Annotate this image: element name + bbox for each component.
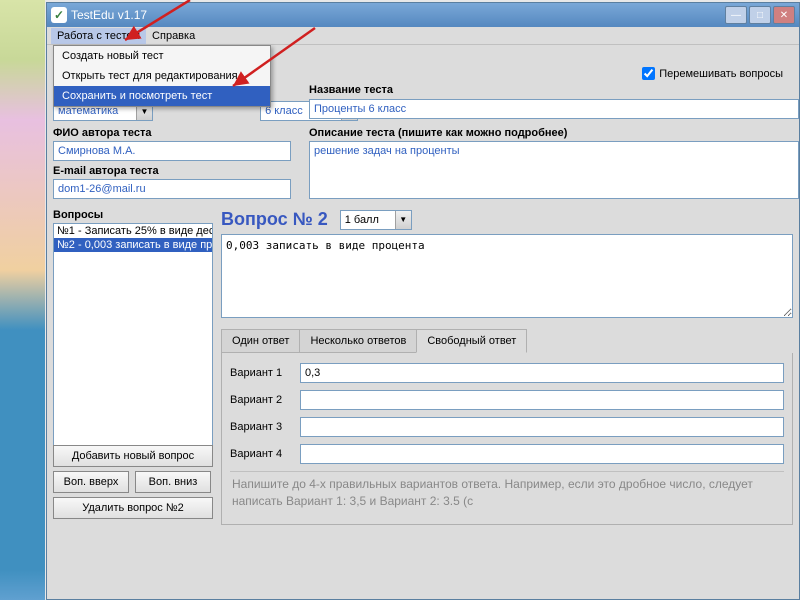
minimize-button[interactable]: — [725, 6, 747, 24]
author-input[interactable] [53, 141, 291, 161]
content-area: ▼ ▼ Перемешивать вопросы Название теста … [47, 45, 799, 529]
menu-save-preview-test[interactable]: Сохранить и посмотреть тест [54, 86, 270, 106]
description-textarea[interactable] [309, 141, 799, 199]
variant-row: Вариант 2 [230, 390, 784, 410]
menu-help[interactable]: Справка [146, 28, 201, 44]
menu-file-dropdown: Создать новый тест Открыть тест для реда… [53, 45, 271, 107]
variant-label: Вариант 3 [230, 421, 292, 433]
description-label: Описание теста (пишите как можно подробн… [309, 127, 567, 139]
menu-file[interactable]: Работа с тестом [51, 28, 146, 44]
window-title: TestEdu v1.17 [71, 8, 725, 22]
variant-2-input[interactable] [300, 390, 784, 410]
tab-free-answer[interactable]: Свободный ответ [416, 329, 527, 353]
window-controls: — □ ✕ [725, 6, 795, 24]
move-up-button[interactable]: Воп. вверх [53, 471, 129, 493]
variant-hint-text: Напишите до 4-х правильных вариантов отв… [230, 471, 784, 514]
test-name-label: Название теста [309, 84, 393, 96]
variant-label: Вариант 2 [230, 394, 292, 406]
add-question-button[interactable]: Добавить новый вопрос [53, 445, 213, 467]
move-down-button[interactable]: Воп. вниз [135, 471, 211, 493]
email-label: E-mail автора теста [53, 165, 159, 177]
question-editor: Вопрос № 2 ▼ Один ответ Несколько ответо… [221, 209, 793, 525]
shuffle-checkbox-wrap: Перемешивать вопросы [642, 67, 787, 80]
menu-open-test[interactable]: Открыть тест для редактирования [54, 66, 270, 86]
maximize-button[interactable]: □ [749, 6, 771, 24]
variant-row: Вариант 3 [230, 417, 784, 437]
points-select-wrap: ▼ [340, 210, 412, 230]
tab-multiple-answers[interactable]: Несколько ответов [299, 329, 417, 353]
titlebar: ✓ TestEdu v1.17 — □ ✕ [47, 3, 799, 27]
email-input[interactable] [53, 179, 291, 199]
test-name-input[interactable] [309, 99, 799, 119]
points-select[interactable] [340, 210, 412, 230]
question-header: Вопрос № 2 ▼ [221, 209, 793, 230]
shuffle-checkbox[interactable] [642, 67, 655, 80]
app-window: ✓ TestEdu v1.17 — □ ✕ Работа с тестом Сп… [46, 2, 800, 600]
answer-type-tabs: Один ответ Несколько ответов Свободный о… [221, 329, 793, 353]
list-item[interactable]: №2 - 0,003 записать в виде пр [54, 238, 212, 252]
answer-tab-panel: Вариант 1 Вариант 2 Вариант 3 Вариант 4 [221, 353, 793, 525]
question-number-title: Вопрос № 2 [221, 209, 328, 230]
question-list-buttons: Добавить новый вопрос Воп. вверх Воп. вн… [53, 445, 213, 523]
variant-1-input[interactable] [300, 363, 784, 383]
list-item[interactable]: №1 - Записать 25% в виде дес [54, 224, 212, 238]
question-text[interactable] [221, 234, 793, 318]
menubar: Работа с тестом Справка [47, 27, 799, 45]
close-button[interactable]: ✕ [773, 6, 795, 24]
variant-3-input[interactable] [300, 417, 784, 437]
app-icon: ✓ [51, 7, 67, 23]
shuffle-label: Перемешивать вопросы [659, 68, 783, 80]
background-decor [0, 0, 45, 600]
variant-label: Вариант 1 [230, 367, 292, 379]
variant-row: Вариант 1 [230, 363, 784, 383]
variant-row: Вариант 4 [230, 444, 784, 464]
delete-question-button[interactable]: Удалить вопрос №2 [53, 497, 213, 519]
author-label: ФИО автора теста [53, 127, 151, 139]
questions-label: Вопросы [53, 209, 213, 221]
variant-4-input[interactable] [300, 444, 784, 464]
variant-label: Вариант 4 [230, 448, 292, 460]
menu-new-test[interactable]: Создать новый тест [54, 46, 270, 66]
tab-single-answer[interactable]: Один ответ [221, 329, 300, 353]
question-list[interactable]: №1 - Записать 25% в виде дес №2 - 0,003 … [53, 223, 213, 467]
